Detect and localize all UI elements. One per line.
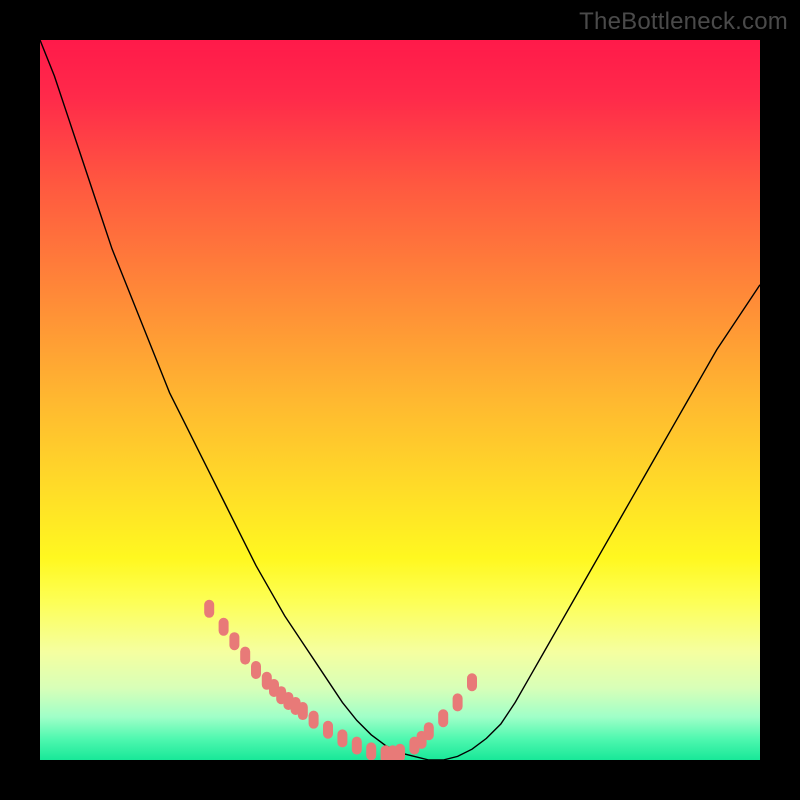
marker-dot <box>204 600 214 618</box>
watermark-text: TheBottleneck.com <box>579 8 788 36</box>
marker-dot <box>251 661 261 679</box>
marker-dot <box>229 632 239 650</box>
marker-dot <box>298 702 308 720</box>
marker-dot <box>453 693 463 711</box>
bottleneck-curve <box>40 40 760 760</box>
marker-dot <box>424 722 434 740</box>
marker-dot <box>467 673 477 691</box>
marker-dot <box>219 618 229 636</box>
plot-area <box>40 40 760 760</box>
chart-container: TheBottleneck.com <box>0 0 800 800</box>
marker-dot <box>337 729 347 747</box>
marker-dot <box>366 742 376 760</box>
marker-dot <box>323 721 333 739</box>
curve-markers <box>204 600 477 760</box>
curve-svg <box>40 40 760 760</box>
marker-dot <box>309 711 319 729</box>
marker-dot <box>395 744 405 760</box>
marker-dot <box>438 709 448 727</box>
marker-dot <box>352 737 362 755</box>
marker-dot <box>240 647 250 665</box>
